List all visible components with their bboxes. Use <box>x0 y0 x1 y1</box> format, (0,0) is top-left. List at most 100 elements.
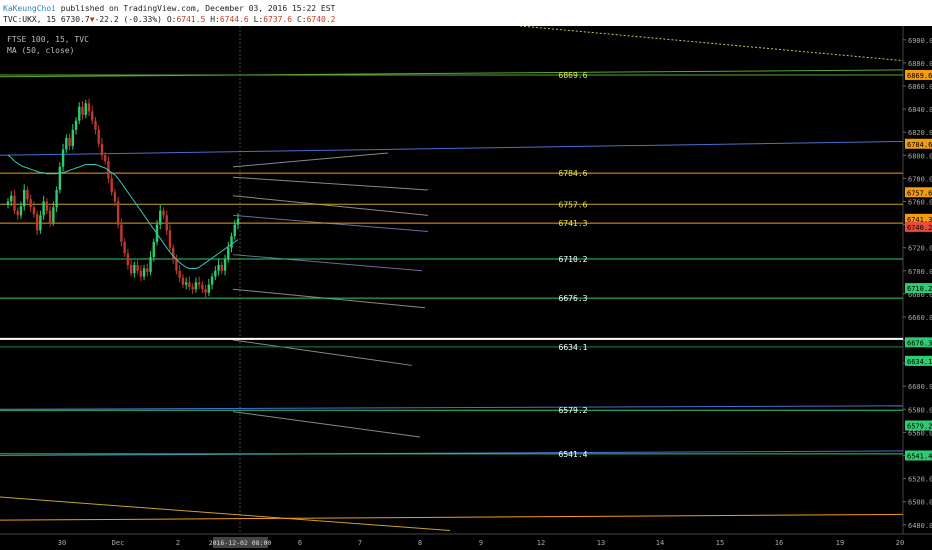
trend-line-3 <box>0 405 904 410</box>
publisher-line: KaKeungChoi published on TradingView.com… <box>3 3 335 14</box>
trend-line-7 <box>232 152 389 168</box>
y-tick-label-7: 6760.0 <box>908 198 932 206</box>
level-label-6: 6634.1 <box>559 343 588 352</box>
level-label-2: 6757.6 <box>559 200 588 209</box>
y-tick-label-17: 6560.0 <box>908 429 932 437</box>
trend-line-1 <box>0 496 451 532</box>
trend-line-6 <box>0 69 904 78</box>
x-tick-label-4: 7 <box>358 539 362 547</box>
last-price: 6730.7 <box>60 15 90 24</box>
axis-price-text-1: 6784.6 <box>907 141 932 149</box>
candle-body <box>175 259 178 271</box>
axis-price-text-0: 6869.6 <box>907 72 932 80</box>
candle-body <box>65 137 68 150</box>
candle-body <box>55 189 58 208</box>
candle-body <box>233 224 236 237</box>
candle-body <box>220 264 224 271</box>
trend-line-2 <box>0 513 904 521</box>
candle-body <box>91 111 94 121</box>
low-label: L: <box>253 15 264 24</box>
candle-body <box>162 210 165 216</box>
axis-price-text-4: 6740.2 <box>907 224 932 232</box>
x-tick-label-2: 2 <box>176 539 180 547</box>
candle-body <box>120 224 123 242</box>
x-tick-label-9: 14 <box>656 539 664 547</box>
candle-body <box>188 282 191 287</box>
x-tick-label-8: 13 <box>597 539 605 547</box>
level-label-0: 6869.6 <box>559 71 588 80</box>
candle-body <box>191 286 194 290</box>
y-tick-label-15: 6600.0 <box>908 383 932 391</box>
x-tick-label-0: 30 <box>58 539 66 547</box>
candle-body <box>84 103 87 115</box>
price-change: -22.2 (-0.33%) <box>94 15 162 24</box>
candle-body <box>201 284 204 290</box>
candle-body <box>58 166 62 190</box>
candle-body <box>236 218 240 225</box>
candle-body <box>78 106 81 121</box>
high-label: H: <box>210 15 220 24</box>
axis-price-text-6: 6676.3 <box>907 339 932 347</box>
candle-body <box>19 206 23 216</box>
level-label-5: 6676.3 <box>559 294 588 303</box>
candle-body <box>136 264 139 271</box>
candle-body <box>32 207 36 215</box>
candle-body <box>68 137 71 147</box>
candle-body <box>6 201 10 205</box>
x-tick-label-6: 9 <box>479 539 483 547</box>
candle-body <box>42 201 45 216</box>
low-value: 6737.6 <box>263 15 293 24</box>
x-tick-label-1: Dec <box>112 539 125 547</box>
candle-body <box>181 277 185 285</box>
candle-body <box>207 284 211 293</box>
level-label-3: 6741.3 <box>559 219 588 228</box>
candle-body <box>194 282 198 290</box>
axis-price-text-7: 6634.1 <box>907 358 932 366</box>
candle-body <box>26 189 29 200</box>
y-tick-label-2: 6860.0 <box>908 83 932 91</box>
crosshair-date-label: 2016-12-02 08:00 <box>209 539 272 547</box>
candle-body <box>204 289 207 293</box>
ohlc-line: TVC:UKX, 15 6730.7▼-22.2 (-0.33%) O:6741… <box>3 14 335 25</box>
author-link[interactable]: KaKeungChoi <box>3 4 56 13</box>
candle-body <box>35 214 39 231</box>
level-label-1: 6784.6 <box>559 169 588 178</box>
trend-line-10 <box>232 195 429 216</box>
candle-body <box>142 268 146 277</box>
y-tick-label-16: 6580.0 <box>908 406 932 414</box>
x-tick-label-11: 16 <box>775 539 783 547</box>
chart-header: KaKeungChoi published on TradingView.com… <box>0 0 932 26</box>
candle-body <box>103 155 107 162</box>
close-label: C: <box>296 15 307 24</box>
candle-body <box>139 270 143 277</box>
published-text: published on TradingView.com, December 0… <box>55 4 336 13</box>
candle-body <box>110 178 113 193</box>
candle-body <box>13 195 16 211</box>
candle-body <box>48 210 52 223</box>
y-tick-label-12: 6660.0 <box>908 314 932 322</box>
y-tick-label-21: 6480.0 <box>908 522 932 530</box>
y-tick-label-20: 6500.0 <box>908 499 932 507</box>
trend-line-11 <box>232 254 423 272</box>
trend-line-4 <box>0 450 904 456</box>
candle-body <box>146 268 149 272</box>
candle-body <box>123 241 126 254</box>
candle-body <box>29 199 32 208</box>
level-label-7: 6579.2 <box>559 406 588 415</box>
axis-price-text-9: 6541.4 <box>907 452 932 460</box>
open-label: O: <box>166 15 177 24</box>
candle-body <box>152 241 155 257</box>
candle-body <box>94 120 97 130</box>
chart-area[interactable]: 6869.6 6784.6 6757.6 6741.3 6710.2 6676.3 6634… <box>0 26 932 550</box>
high-value: 6744.6 <box>219 15 249 24</box>
legend-symbol: FTSE 100, 15, TVC <box>7 35 89 44</box>
trend-line-5 <box>0 140 904 156</box>
candle-body <box>52 207 55 223</box>
candle-body <box>16 210 19 216</box>
x-tick-label-12: 19 <box>836 539 844 547</box>
candle-body <box>184 282 188 285</box>
y-tick-label-0: 6900.0 <box>908 37 932 45</box>
axis-price-text-5: 6710.2 <box>907 285 932 293</box>
candle-body <box>126 253 130 265</box>
candle-body <box>197 282 201 285</box>
